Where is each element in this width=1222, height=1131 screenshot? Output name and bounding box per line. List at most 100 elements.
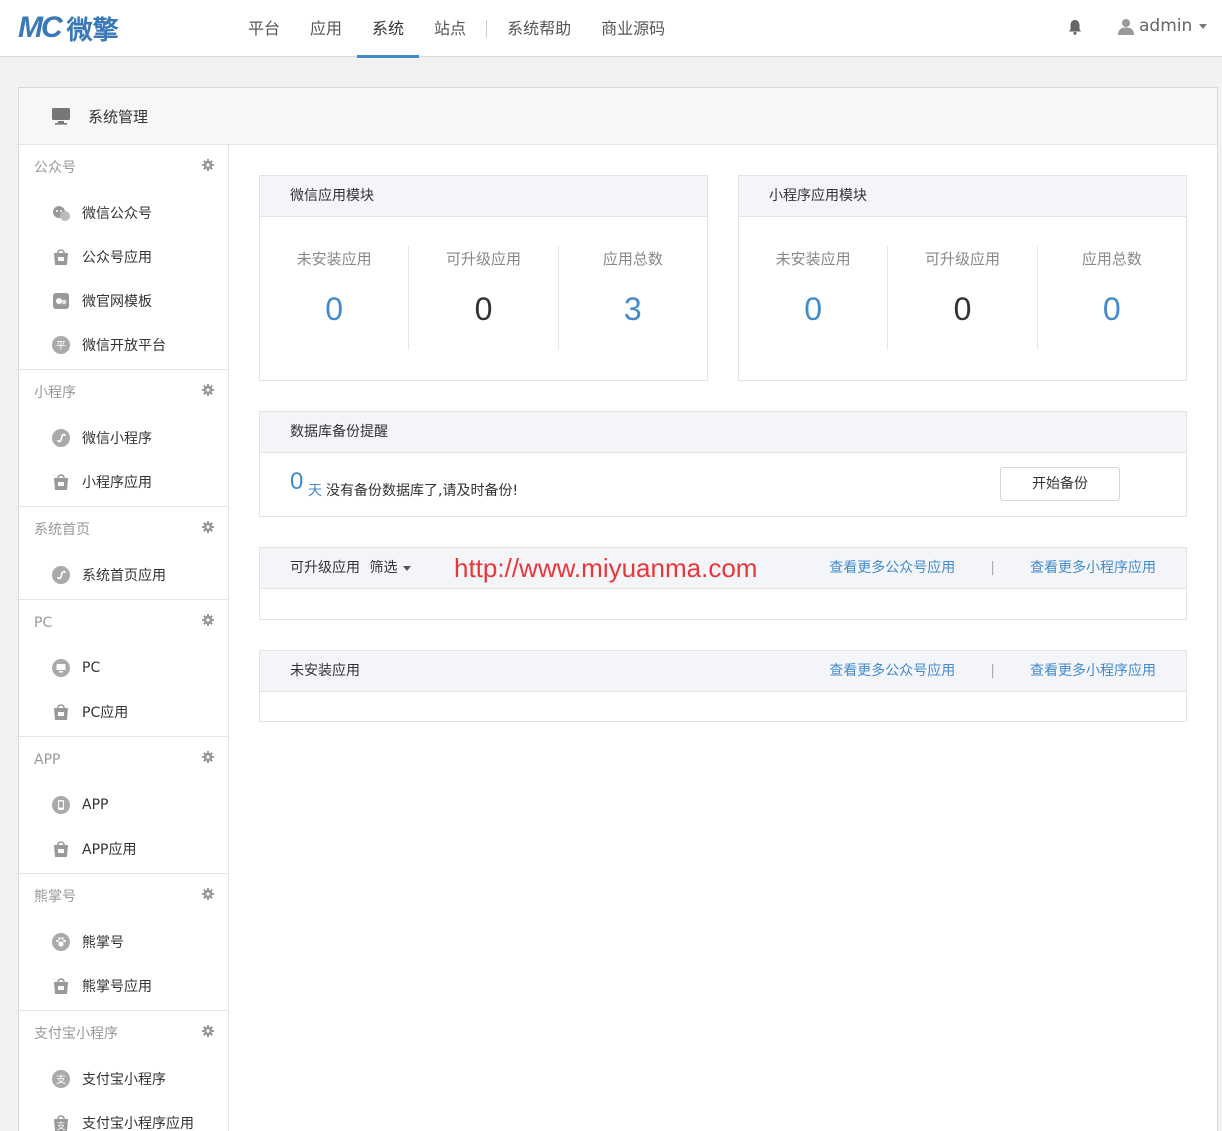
- sidebar-group-label: 系统首页: [34, 522, 90, 538]
- more-oa-apps-link[interactable]: 查看更多公众号应用: [829, 548, 955, 589]
- stat-upgradable: 可升级应用 0: [409, 246, 559, 350]
- sidebar-item[interactable]: 公众号应用: [19, 235, 228, 279]
- more-links: 查看更多公众号应用 | 查看更多小程序应用: [829, 651, 1156, 692]
- gear-icon[interactable]: [202, 614, 214, 626]
- more-links: 查看更多公众号应用 | 查看更多小程序应用: [829, 548, 1156, 589]
- sidebar-item[interactable]: 平 微信开放平台: [19, 323, 228, 367]
- sidebar-item[interactable]: 熊掌号应用: [19, 964, 228, 1008]
- phone-icon: [52, 796, 70, 814]
- nav-source[interactable]: 商业源码: [586, 0, 680, 57]
- stat-upgradable: 可升级应用 0: [888, 246, 1038, 350]
- user-icon: [1118, 18, 1134, 35]
- chevron-down-icon: [403, 566, 412, 571]
- uninstalled-title: 未安装应用: [290, 663, 360, 679]
- svg-text:支: 支: [56, 1074, 66, 1086]
- chevron-down-icon: [1199, 23, 1208, 29]
- backup-unit: 天: [308, 483, 322, 499]
- sidebar-group-label: 支付宝小程序: [34, 1026, 118, 1042]
- sidebar-group-title: 公众号: [19, 145, 228, 191]
- panel-title: 系统管理: [88, 107, 149, 126]
- gear-icon[interactable]: [202, 1025, 214, 1037]
- stat-value[interactable]: 0: [1038, 291, 1186, 328]
- sidebar-group-title: APP: [19, 737, 228, 783]
- stat-value[interactable]: 0: [739, 291, 887, 328]
- sidebar-item[interactable]: 微信公众号: [19, 191, 228, 235]
- miniprogram-icon: [52, 429, 70, 447]
- logo[interactable]: MC 微擎: [18, 11, 119, 46]
- sidebar-item[interactable]: APP应用: [19, 827, 228, 871]
- stat-value[interactable]: 0: [409, 291, 557, 328]
- sidebar-item-label: PC应用: [82, 705, 129, 721]
- sidebar-item[interactable]: PC应用: [19, 690, 228, 734]
- more-mini-apps-link[interactable]: 查看更多小程序应用: [1030, 651, 1156, 692]
- sidebar-item-label: 系统首页应用: [82, 568, 166, 584]
- miniprogram-icon: [52, 566, 70, 584]
- paw-icon: [52, 933, 70, 951]
- sidebar-group-label: 熊掌号: [34, 889, 76, 905]
- wechat-module-title: 微信应用模块: [260, 176, 707, 217]
- sidebar-group-title: 小程序: [19, 370, 228, 416]
- user-menu[interactable]: admin: [1118, 16, 1208, 36]
- start-backup-button[interactable]: 开始备份: [1000, 467, 1120, 501]
- alipay-icon: 支: [52, 1070, 70, 1088]
- app-bag-icon: [54, 474, 68, 490]
- more-mini-apps-link[interactable]: 查看更多小程序应用: [1030, 548, 1156, 589]
- sidebar-item-label: 熊掌号应用: [82, 979, 152, 995]
- sidebar-group-title: 支付宝小程序: [19, 1011, 228, 1057]
- sidebar-item-label: 微信开放平台: [82, 338, 166, 354]
- sidebar-item[interactable]: 微信小程序: [19, 416, 228, 460]
- backup-message: 没有备份数据库了,请及时备份!: [326, 483, 519, 499]
- template-icon: [53, 293, 69, 309]
- stat-label: 应用总数: [602, 250, 663, 268]
- sidebar-item[interactable]: 支 支付宝小程序: [19, 1057, 228, 1101]
- wechat-module-card: 微信应用模块 未安装应用 0 可升级应用 0 应用总数 3: [259, 175, 708, 381]
- logo-mark: MC: [18, 11, 63, 44]
- alipay-bag-icon: 支: [54, 1115, 68, 1131]
- sidebar-item[interactable]: 熊掌号: [19, 920, 228, 964]
- sidebar-group: 支付宝小程序 支 支付宝小程序 支 支付宝小程序应用: [19, 1011, 228, 1131]
- sidebar-item[interactable]: 系统首页应用: [19, 553, 228, 597]
- gear-icon[interactable]: [202, 521, 214, 533]
- wechat-icon: [53, 206, 70, 221]
- bell-icon[interactable]: [1066, 18, 1084, 36]
- link-separator: |: [990, 560, 995, 576]
- sidebar-item[interactable]: 微官网模板: [19, 279, 228, 323]
- filter-label: 筛选: [369, 560, 398, 576]
- gear-icon[interactable]: [202, 159, 214, 171]
- nav-help[interactable]: 系统帮助: [492, 0, 586, 57]
- nav-sites[interactable]: 站点: [419, 0, 481, 57]
- gear-icon[interactable]: [202, 751, 214, 763]
- nav-system[interactable]: 系统: [357, 0, 420, 58]
- gear-icon[interactable]: [202, 384, 214, 396]
- sidebar-item-label: APP应用: [82, 842, 137, 858]
- more-oa-apps-link[interactable]: 查看更多公众号应用: [829, 651, 955, 692]
- uninstalled-card: 未安装应用 查看更多公众号应用 | 查看更多小程序应用: [259, 650, 1187, 722]
- nav-platform[interactable]: 平台: [233, 0, 295, 57]
- sidebar-item[interactable]: 支 支付宝小程序应用: [19, 1101, 228, 1131]
- sidebar-item[interactable]: APP: [19, 783, 228, 827]
- sidebar-item-label: PC: [82, 660, 101, 676]
- sidebar-item[interactable]: 小程序应用: [19, 460, 228, 504]
- nav-apps[interactable]: 应用: [295, 0, 357, 57]
- monitor-icon: [52, 108, 70, 125]
- stat-value[interactable]: 3: [559, 291, 707, 328]
- monitor-icon: [52, 659, 70, 677]
- stat-label: 可升级应用: [924, 250, 1000, 268]
- watermark-url: http://www.miyuanma.com: [454, 553, 758, 583]
- svg-text:平: 平: [56, 341, 66, 352]
- stat-value[interactable]: 0: [888, 291, 1036, 328]
- app-bag-icon: [54, 978, 68, 994]
- open-platform-icon: 平: [52, 336, 70, 354]
- gear-icon[interactable]: [202, 888, 214, 900]
- filter-dropdown[interactable]: 筛选: [364, 548, 412, 589]
- upgradable-list: [260, 589, 1186, 619]
- sidebar-group: APP APP APP应用: [19, 737, 228, 874]
- sidebar-item-label: APP: [82, 797, 109, 813]
- sidebar-group-label: APP: [34, 752, 61, 768]
- sidebar-item[interactable]: PC: [19, 646, 228, 690]
- stat-value[interactable]: 0: [260, 291, 408, 328]
- svg-text:支: 支: [56, 1120, 65, 1131]
- stat-label: 可升级应用: [445, 250, 521, 268]
- sidebar-item-label: 微信公众号: [82, 206, 152, 222]
- main-nav: 平台 应用 系统 站点 系统帮助 商业源码: [233, 0, 680, 58]
